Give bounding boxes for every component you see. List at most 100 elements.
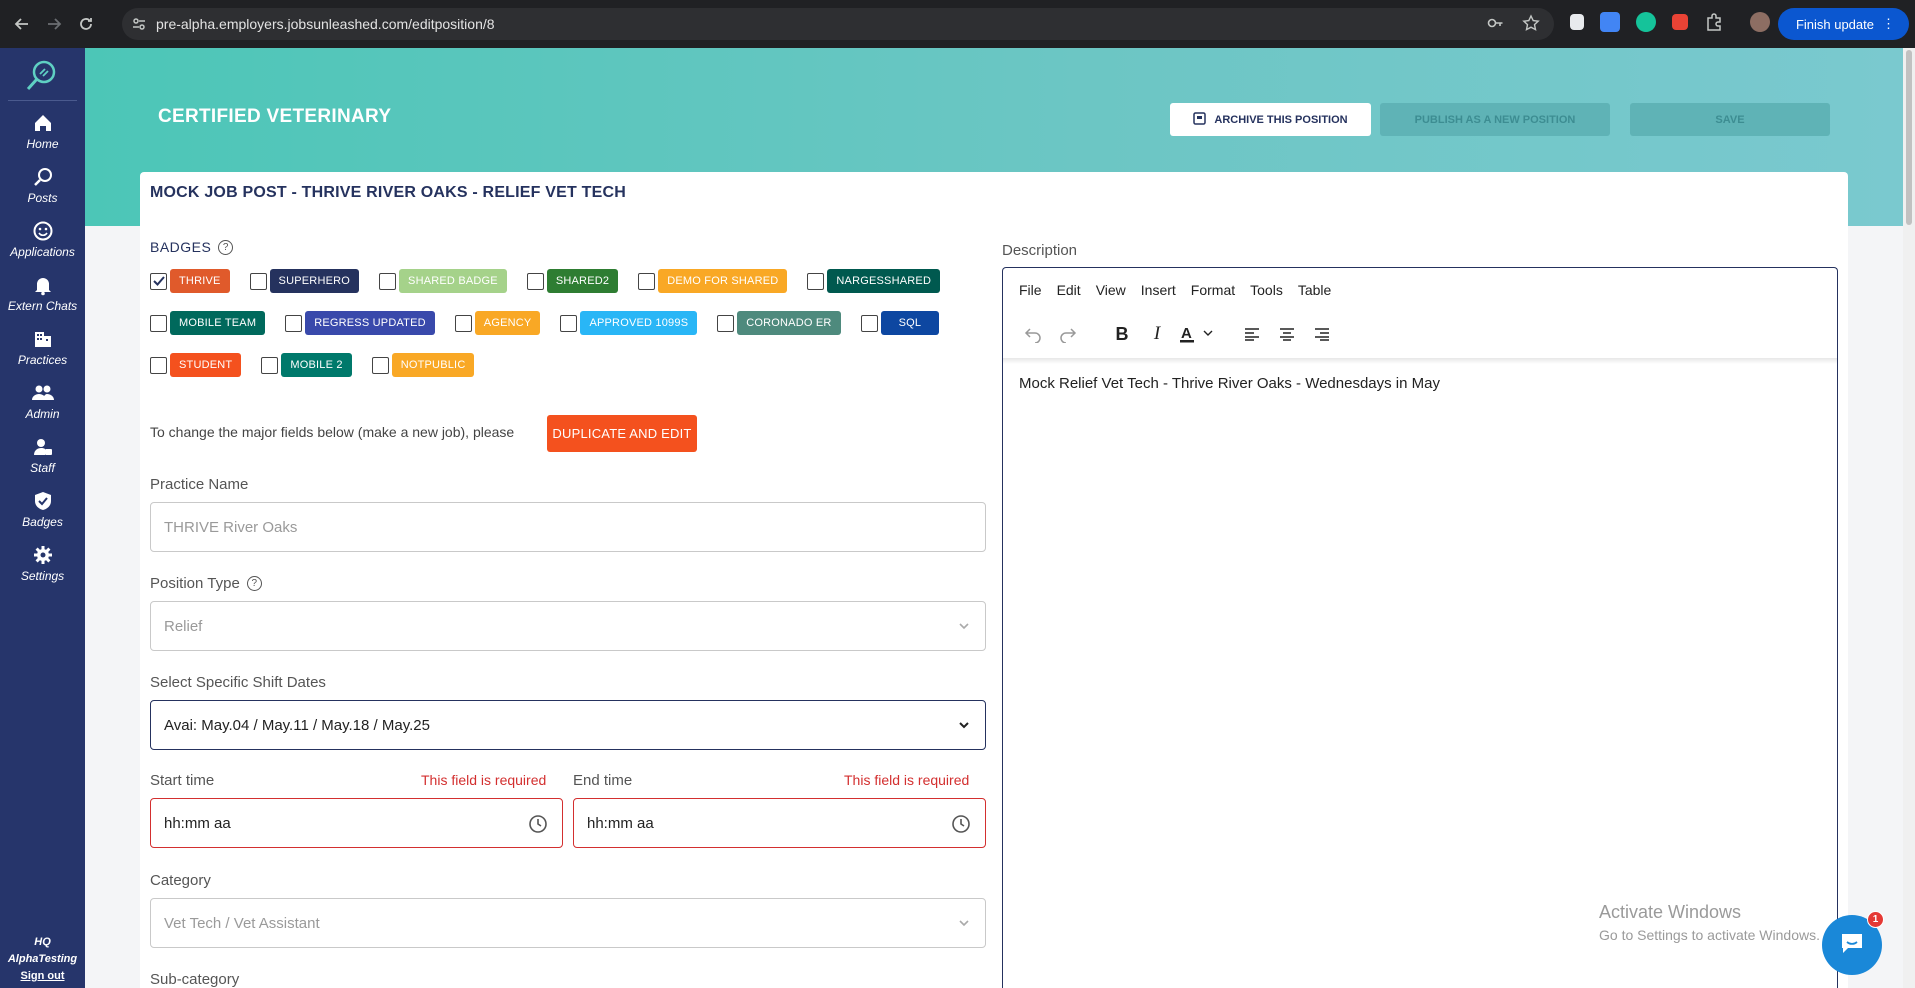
sidebar-item-label: Admin: [25, 407, 60, 421]
checkbox[interactable]: [860, 314, 878, 332]
checkbox[interactable]: [261, 356, 279, 374]
italic-icon[interactable]: I: [1143, 320, 1171, 348]
archive-position-button[interactable]: ARCHIVE THIS POSITION: [1170, 103, 1371, 136]
practice-name-field[interactable]: THRIVE River Oaks: [150, 502, 986, 552]
sidebar-item-settings[interactable]: Settings: [0, 542, 85, 596]
help-icon[interactable]: ?: [218, 239, 234, 255]
bookmark-star-icon[interactable]: [1522, 14, 1540, 37]
duplicate-and-edit-button[interactable]: DUPLICATE AND EDIT: [547, 415, 697, 452]
badge-shared2[interactable]: SHARED2: [526, 269, 619, 293]
checkbox[interactable]: [285, 314, 303, 332]
sidebar-item-staff[interactable]: Staff: [0, 434, 85, 488]
checkbox[interactable]: [379, 272, 397, 290]
sidebar-item-extern-chats[interactable]: Extern Chats: [0, 272, 85, 326]
finish-update-button[interactable]: Finish update ⋮: [1777, 8, 1909, 40]
smiley-icon: [30, 218, 56, 244]
position-type-select[interactable]: Relief: [150, 601, 986, 651]
align-center-icon[interactable]: [1273, 320, 1301, 348]
sidebar-item-admin[interactable]: Admin: [0, 380, 85, 434]
badge-mobile-2[interactable]: MOBILE 2: [261, 353, 352, 377]
clock-icon[interactable]: [951, 814, 971, 838]
badge-sql[interactable]: SQL: [860, 311, 940, 335]
checkbox[interactable]: [717, 314, 735, 332]
redo-icon[interactable]: [1054, 320, 1082, 348]
checkbox[interactable]: [560, 314, 578, 332]
menu-insert[interactable]: Insert: [1141, 282, 1176, 298]
address-bar[interactable]: pre-alpha.employers.jobsunleashed.com/ed…: [122, 8, 1554, 40]
checkbox[interactable]: [249, 272, 267, 290]
undo-icon[interactable]: [1019, 320, 1047, 348]
badge-agency[interactable]: AGENCY: [454, 311, 541, 335]
sidebar-item-applications[interactable]: Applications: [0, 218, 85, 272]
checkbox[interactable]: [371, 356, 389, 374]
align-right-icon[interactable]: [1308, 320, 1336, 348]
help-icon[interactable]: ?: [246, 576, 262, 591]
checkbox-checked-icon[interactable]: [150, 272, 167, 290]
building-icon: [30, 326, 56, 352]
badge-superhero[interactable]: SUPERHERO: [249, 269, 360, 293]
sidebar: Home Posts Applications Extern Chats Pra…: [0, 48, 85, 988]
calendar-extension-icon[interactable]: [1672, 14, 1688, 30]
badge-coronado-er[interactable]: CORONADO ER: [717, 311, 841, 335]
extensions-puzzle-icon[interactable]: [1704, 12, 1724, 32]
save-button[interactable]: SAVE: [1630, 103, 1830, 136]
password-key-icon[interactable]: [1486, 14, 1504, 37]
extension-icon-1[interactable]: [1570, 14, 1584, 30]
home-icon: [30, 110, 56, 136]
subcategory-label: Sub-category: [150, 971, 240, 988]
menu-format[interactable]: Format: [1191, 282, 1235, 298]
start-time-field[interactable]: hh:mm aa: [150, 798, 563, 848]
checkbox[interactable]: [454, 314, 472, 332]
category-select[interactable]: Vet Tech / Vet Assistant: [150, 898, 986, 948]
editor-body-text[interactable]: Mock Relief Vet Tech - Thrive River Oaks…: [1019, 375, 1440, 392]
grammarly-icon[interactable]: [1636, 12, 1656, 32]
badge-thrive[interactable]: THRIVE: [150, 269, 230, 293]
sidebar-item-badges[interactable]: Badges: [0, 488, 85, 542]
shift-dates-label: Select Specific Shift Dates: [150, 674, 326, 691]
watermark-subtitle: Go to Settings to activate Windows.: [1599, 927, 1820, 943]
page-scrollbar[interactable]: [1903, 48, 1915, 988]
badge-nargesshared[interactable]: NARGESSHARED: [807, 269, 941, 293]
back-icon[interactable]: [8, 10, 36, 38]
text-color-icon[interactable]: A: [1178, 320, 1218, 348]
badge-shared-badge[interactable]: SHARED BADGE: [379, 269, 507, 293]
badge-tag: SHARED BADGE: [399, 269, 507, 293]
shift-dates-select[interactable]: Avai: May.04 / May.11 / May.18 / May.25: [150, 700, 986, 750]
sidebar-item-posts[interactable]: Posts: [0, 164, 85, 218]
sidebar-item-home[interactable]: Home: [0, 110, 85, 164]
menu-tools[interactable]: Tools: [1250, 282, 1283, 298]
site-info-icon[interactable]: [122, 16, 156, 32]
badge-demo-for-shared[interactable]: DEMO FOR SHARED: [638, 269, 788, 293]
checkbox[interactable]: [150, 314, 167, 332]
badge-tag: SQL: [880, 311, 940, 335]
profile-avatar[interactable]: [1750, 12, 1770, 32]
checkbox[interactable]: [807, 272, 825, 290]
checkbox[interactable]: [638, 272, 656, 290]
badge-approved-1099s[interactable]: APPROVED 1099S: [560, 311, 698, 335]
menu-table[interactable]: Table: [1298, 282, 1331, 298]
align-left-icon[interactable]: [1238, 320, 1266, 348]
menu-file[interactable]: File: [1019, 282, 1042, 298]
bold-icon[interactable]: B: [1108, 320, 1136, 348]
chat-launcher-button[interactable]: 1: [1822, 911, 1884, 975]
reload-icon[interactable]: [72, 10, 100, 38]
checkbox[interactable]: [526, 272, 544, 290]
activate-windows-watermark: Activate Windows Go to Settings to activ…: [1599, 902, 1820, 943]
badge-notpublic[interactable]: NOTPUBLIC: [371, 353, 475, 377]
sidebar-item-practices[interactable]: Practices: [0, 326, 85, 380]
checkbox[interactable]: [150, 356, 167, 374]
translate-icon[interactable]: [1600, 12, 1620, 32]
archive-icon: [1193, 111, 1207, 128]
end-time-field[interactable]: hh:mm aa: [573, 798, 986, 848]
menu-view[interactable]: View: [1096, 282, 1126, 298]
badge-mobile-team[interactable]: MOBILE TEAM: [150, 311, 266, 335]
badge-regress-updated[interactable]: REGRESS UPDATED: [285, 311, 435, 335]
sign-out-link[interactable]: Sign out: [0, 968, 85, 985]
app-logo-icon[interactable]: [22, 56, 62, 96]
badge-student[interactable]: STUDENT: [150, 353, 242, 377]
forward-icon[interactable]: [40, 10, 68, 38]
menu-edit[interactable]: Edit: [1057, 282, 1081, 298]
publish-new-position-button[interactable]: PUBLISH AS A NEW POSITION: [1380, 103, 1610, 136]
clock-icon[interactable]: [528, 814, 548, 838]
description-editor[interactable]: File Edit View Insert Format Tools Table…: [1002, 267, 1838, 988]
